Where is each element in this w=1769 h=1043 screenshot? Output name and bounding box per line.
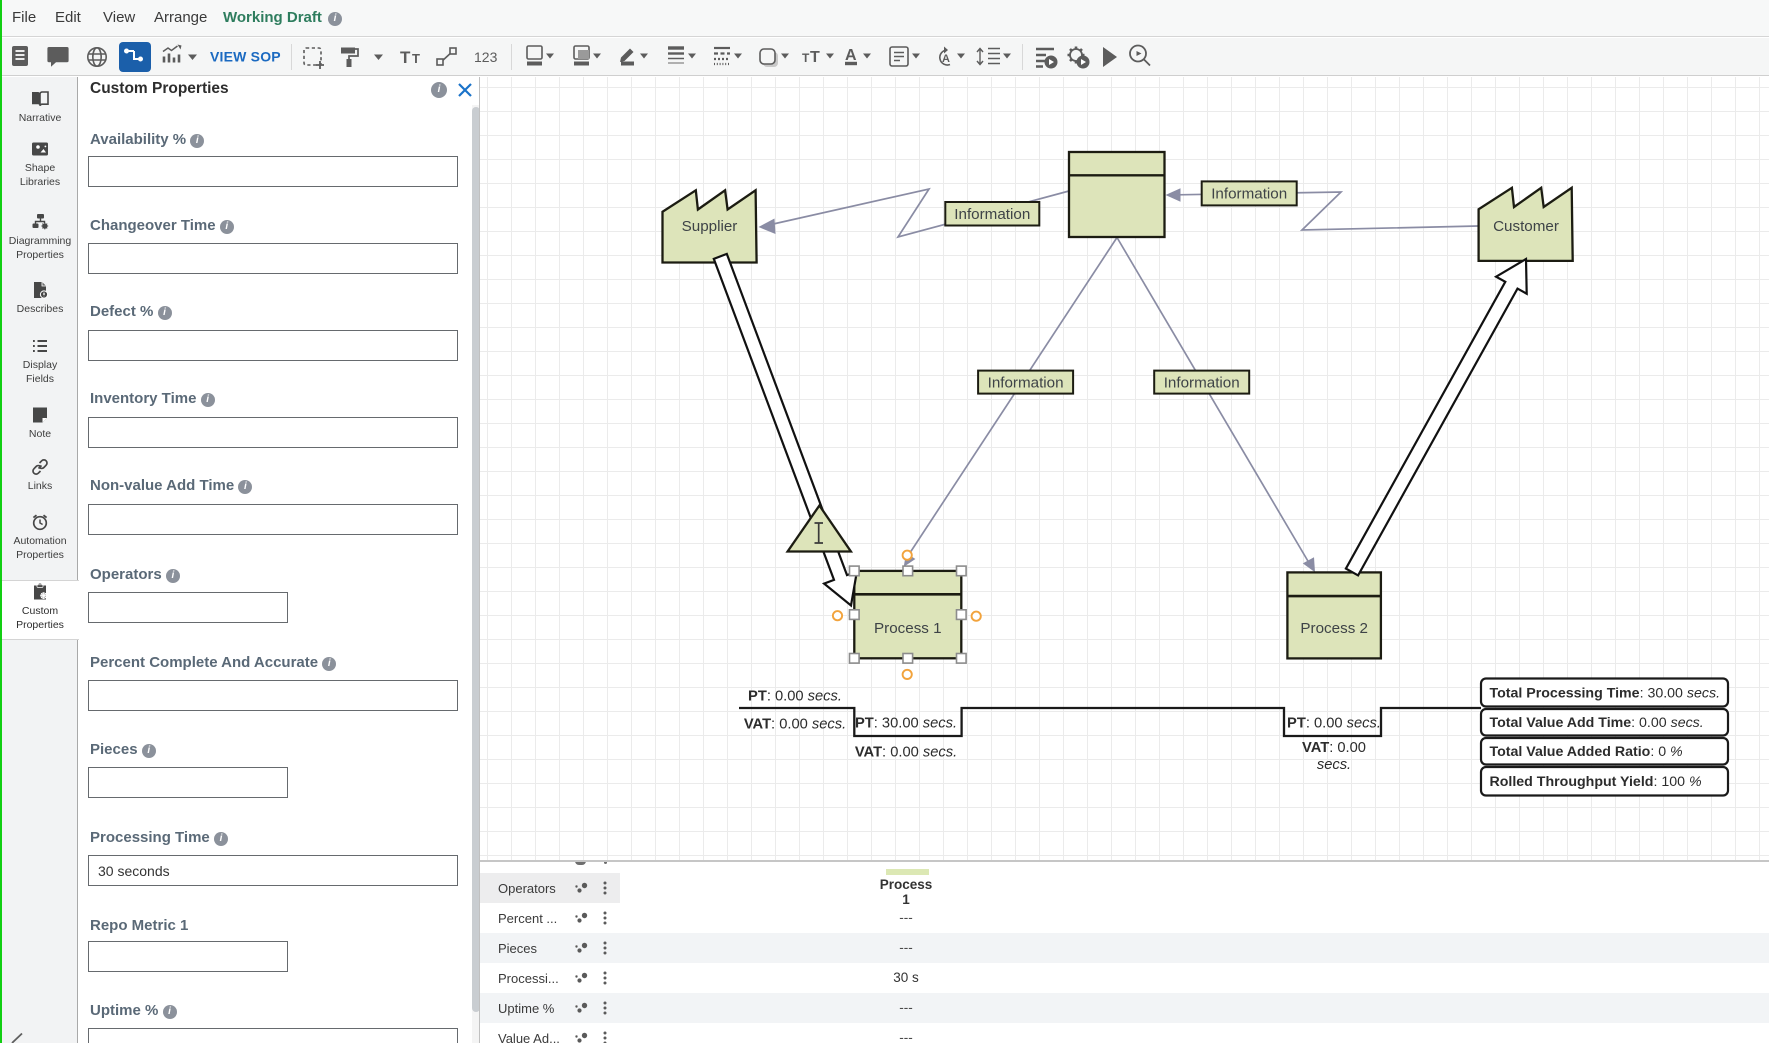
svg-text:T: T	[412, 51, 420, 66]
svg-text:Total Processing Time: 30.00 s: Total Processing Time: 30.00 secs.	[1490, 686, 1721, 702]
svg-text:Customer: Customer	[1493, 218, 1559, 235]
svg-text:Supplier: Supplier	[682, 218, 738, 235]
svg-text:A: A	[845, 47, 857, 64]
svg-text:Information: Information	[1164, 374, 1240, 391]
svg-text:Information: Information	[1211, 186, 1287, 203]
svg-text:Rolled Throughput Yield: 100 %: Rolled Throughput Yield: 100 %	[1490, 774, 1702, 790]
svg-text:T: T	[810, 49, 820, 66]
svg-text:PT: 0.00 secs.: PT: 0.00 secs.	[1287, 716, 1381, 732]
svg-text:secs.: secs.	[1317, 757, 1351, 773]
svg-text:VAT: 0.00 secs.: VAT: 0.00 secs.	[855, 745, 957, 761]
svg-text:VIEW SOP: VIEW SOP	[210, 49, 281, 65]
svg-text:A: A	[942, 53, 950, 65]
svg-text:T: T	[400, 48, 411, 67]
svg-text:T: T	[802, 51, 810, 65]
svg-text:123: 123	[474, 49, 498, 65]
svg-text:Information: Information	[954, 206, 1030, 223]
svg-text:Total Value Added Ratio: 0 %: Total Value Added Ratio: 0 %	[1490, 744, 1683, 760]
svg-text:Total Value Add Time: 0.00 sec: Total Value Add Time: 0.00 secs.	[1490, 715, 1704, 731]
svg-text:PT: 30.00 secs.: PT: 30.00 secs.	[855, 716, 957, 732]
svg-text:Process 2: Process 2	[1300, 620, 1368, 637]
svg-text:Information: Information	[988, 374, 1064, 391]
svg-text:VAT: 0.00: VAT: 0.00	[1302, 740, 1366, 756]
svg-text:PT: 0.00 secs.: PT: 0.00 secs.	[748, 689, 842, 705]
svg-text:Process 1: Process 1	[874, 620, 942, 637]
svg-text:VAT: 0.00 secs.: VAT: 0.00 secs.	[744, 717, 846, 733]
